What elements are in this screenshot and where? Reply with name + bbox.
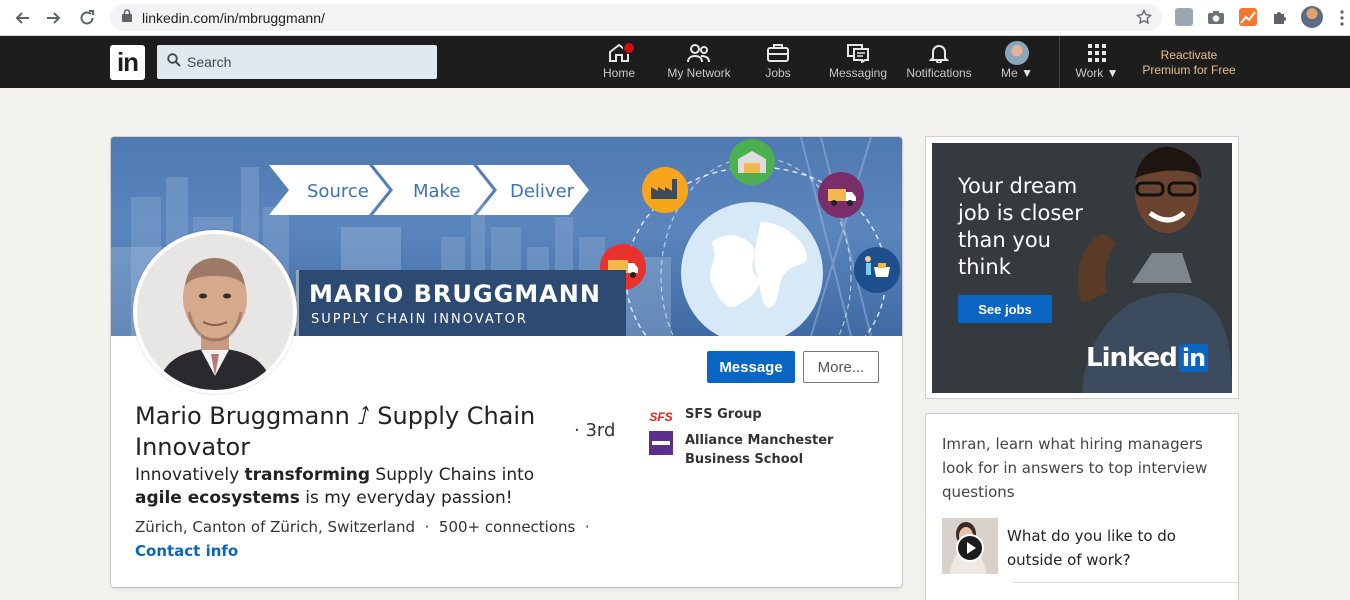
devtools-extension-icon[interactable] — [1175, 8, 1193, 26]
message-button[interactable]: Message — [707, 351, 795, 383]
banner-role: SUPPLY CHAIN INNOVATOR — [311, 312, 528, 327]
url-text: linkedin.com/in/mbruggmann/ — [142, 9, 325, 26]
step-deliver: Deliver — [510, 181, 575, 202]
separator-dot: · — [419, 518, 435, 536]
profile-card: Source Make Deliver MARIO BRUGGMANN SUPP… — [111, 137, 902, 587]
people-icon — [687, 42, 711, 64]
message-icon — [847, 42, 869, 64]
browser-toolbar: linkedin.com/in/mbruggmann/ — [0, 0, 1350, 36]
nav-label-me: Me — [1001, 66, 1018, 80]
video-thumbnail[interactable] — [942, 518, 998, 574]
nav-label-me-wrap: Me ▼ — [1001, 66, 1033, 80]
headline-bold-1: transforming — [244, 465, 371, 485]
bell-icon — [929, 42, 949, 64]
lock-icon — [122, 8, 132, 27]
bookmark-star-icon[interactable] — [1135, 8, 1153, 30]
nav-label-jobs: Jobs — [765, 66, 791, 80]
headline-text-3: is my everyday passion! — [299, 488, 513, 508]
grid-icon — [1087, 42, 1107, 64]
experience-name-ambs: Alliance Manchester Business School — [685, 433, 834, 467]
premium-line-1: Reactivate — [1160, 48, 1218, 62]
nav-my-network[interactable]: My Network — [666, 42, 732, 86]
profile-avatar-icon[interactable] — [1301, 6, 1323, 28]
ad-card[interactable]: Your dream job is closer than you think … — [926, 137, 1238, 398]
step-source: Source — [307, 181, 369, 202]
puzzle-extension-icon[interactable] — [1271, 8, 1289, 26]
nav-divider — [1059, 36, 1060, 88]
sfs-logo-text: SFS — [649, 410, 673, 424]
ad-image: Your dream job is closer than you think … — [932, 143, 1232, 393]
banner-name: MARIO BRUGGMANN — [309, 280, 601, 308]
profile-headline: Innovatively transforming Supply Chains … — [135, 464, 575, 510]
forward-icon[interactable] — [44, 8, 64, 28]
me-avatar-icon — [1005, 41, 1029, 65]
experience-name-sfs: SFS Group — [685, 407, 762, 422]
search-input[interactable]: Search — [157, 45, 437, 79]
nav-work[interactable]: Work ▼ — [1074, 42, 1120, 86]
linkedin-ad-logo-text: Linked — [1086, 343, 1178, 373]
nav-label-my-network: My Network — [667, 66, 731, 80]
nav-me[interactable]: Me ▼ — [998, 41, 1036, 86]
shopping-cart-icon — [854, 247, 900, 293]
see-jobs-button[interactable]: See jobs — [958, 295, 1052, 323]
contact-info-link[interactable]: Contact info — [135, 542, 238, 560]
search-icon — [167, 52, 181, 72]
ad-headline: Your dream job is closer than you think — [958, 174, 1083, 279]
linkedin-ad-logo-in: in — [1178, 344, 1209, 372]
location: Zürich, Canton of Zürich, Switzerland — [135, 518, 416, 536]
home-icon — [607, 42, 635, 64]
chevron-down-icon: ▼ — [1021, 66, 1033, 80]
warehouse-icon — [729, 139, 775, 185]
chart-extension-icon[interactable] — [1239, 8, 1257, 26]
nav-home[interactable]: Home — [602, 42, 636, 86]
address-bar[interactable]: linkedin.com/in/mbruggmann/ — [110, 4, 1162, 31]
headline-text-2: Supply Chains into — [370, 465, 535, 485]
factory-icon — [642, 167, 688, 213]
ambs-logo — [649, 431, 673, 455]
headline-text-1: Innovatively — [135, 465, 245, 485]
experience-item-sfs[interactable]: SFS SFS Group — [649, 405, 885, 429]
video-question[interactable]: What do you like to do outside of work? — [1007, 524, 1197, 572]
connection-degree: · 3rd — [574, 420, 616, 441]
profile-photo[interactable] — [133, 230, 297, 394]
nav-messaging[interactable]: Messaging — [829, 42, 887, 86]
nav-label-notifications: Notifications — [906, 66, 972, 80]
profile-photo-image — [137, 234, 293, 390]
step-make: Make — [413, 181, 461, 202]
delivery-truck-icon — [818, 172, 864, 218]
linkedin-logo[interactable]: in — [110, 45, 145, 80]
nav-label-work: Work — [1075, 66, 1104, 80]
connections-count[interactable]: 500+ connections — [439, 518, 575, 536]
linkedin-nav-bar: in Search Home My Network Jobs Messaging — [0, 36, 1350, 88]
browser-menu-icon[interactable] — [1340, 9, 1344, 27]
separator-dot: · — [580, 518, 590, 536]
headline-bold-2: agile ecosystems — [135, 488, 300, 508]
nav-label-work-wrap: Work ▼ — [1075, 66, 1118, 80]
premium-line-2: Premium for Free — [1142, 63, 1236, 77]
profile-name: Mario Bruggmann ⭜ Supply Chain Innovator — [135, 402, 536, 461]
search-placeholder: Search — [187, 54, 232, 70]
sfs-logo: SFS — [649, 405, 673, 429]
chevron-down-icon: ▼ — [1106, 66, 1119, 80]
location-row: Zürich, Canton of Zürich, Switzerland · … — [135, 518, 590, 536]
band-accent — [296, 270, 299, 336]
back-icon[interactable] — [12, 8, 32, 28]
linkedin-ad-logo: Linked in — [1086, 343, 1209, 373]
nav-jobs[interactable]: Jobs — [765, 42, 791, 86]
nav-label-home: Home — [602, 66, 635, 80]
briefcase-icon — [767, 42, 789, 64]
notification-badge — [623, 42, 635, 54]
experience-item-ambs[interactable]: Alliance Manchester Business School — [649, 431, 885, 469]
card-divider — [1012, 582, 1238, 583]
camera-extension-icon[interactable] — [1207, 8, 1225, 26]
globe-icon — [681, 202, 823, 336]
nav-label-messaging: Messaging — [828, 66, 888, 80]
interview-prep-card: Imran, learn what hiring managers look f… — [926, 414, 1238, 600]
more-button[interactable]: More... — [803, 351, 879, 383]
nav-notifications[interactable]: Notifications — [904, 42, 974, 86]
reload-icon[interactable] — [77, 8, 97, 28]
premium-link[interactable]: Reactivate Premium for Free — [1130, 48, 1248, 78]
interview-prep-text: Imran, learn what hiring managers look f… — [942, 435, 1208, 501]
